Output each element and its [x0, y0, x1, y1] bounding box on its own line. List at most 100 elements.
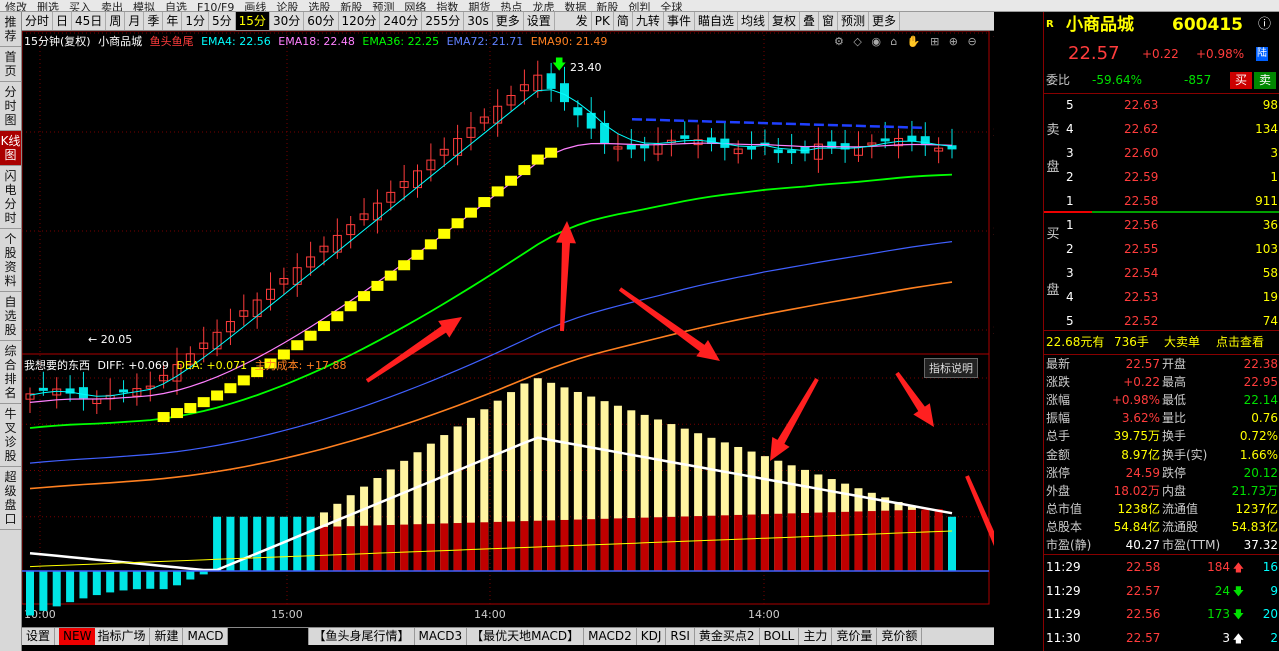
indicator-tab[interactable]: NEW 指标广场	[55, 628, 151, 645]
sidebar-item-7[interactable]: 综合排名	[0, 341, 21, 404]
topmenu-item[interactable]: 模拟	[128, 2, 160, 12]
toolbar-button[interactable]: 发	[573, 12, 592, 30]
book-row[interactable]: 5 22.52 74	[1044, 311, 1279, 332]
period-tab[interactable]: 60分	[304, 12, 339, 30]
book-row[interactable]: 2 22.59 1	[1044, 167, 1279, 188]
period-tab[interactable]: 年	[163, 12, 183, 30]
indicator-tab[interactable]: MACD3	[415, 628, 468, 645]
chart-tool-icons[interactable]: ⚙ ◇ ◉ ⌂ ✋ ⊞ ⊕ ⊖	[834, 35, 980, 49]
sidebar-item-6[interactable]: 自选股	[0, 292, 21, 341]
topmenu-item[interactable]: 创判	[623, 2, 655, 12]
topmenu-item[interactable]: 卖出	[96, 2, 128, 12]
toolbar-button[interactable]: 简	[614, 12, 633, 30]
indicator-tab[interactable]: BOLL	[760, 628, 800, 645]
period-tab[interactable]: 120分	[339, 12, 381, 30]
topmenu-item[interactable]: 期货	[463, 2, 495, 12]
indicator-tab[interactable]: 竞价量	[832, 628, 878, 645]
toolbar-button[interactable]: 叠	[800, 12, 820, 30]
topmenu-item[interactable]: 预测	[367, 2, 399, 12]
toolbar-button[interactable]: 均线	[738, 12, 769, 30]
period-tab[interactable]: 255分	[422, 12, 465, 30]
indicator-tab[interactable]: 竞价额	[877, 628, 923, 645]
topmenu-item[interactable]: 热点	[495, 2, 527, 12]
topmenu-item[interactable]: 新股	[335, 2, 367, 12]
topmenu-item[interactable]: 自选	[160, 2, 192, 12]
stat-label: 涨幅	[1046, 393, 1071, 408]
topmenu-item[interactable]: 删选	[32, 2, 64, 12]
info-icon[interactable]: ⓘ	[1258, 12, 1271, 38]
sidebar-item-5[interactable]: 个股资料	[0, 229, 21, 292]
indicator-tab[interactable]: 我想要的东西	[228, 628, 310, 645]
period-tab[interactable]: 45日	[72, 12, 107, 30]
period-tab[interactable]: 1分	[182, 12, 210, 30]
book-row[interactable]: 5 22.63 98	[1044, 95, 1279, 116]
period-tab[interactable]: 分时	[22, 12, 54, 30]
indicator-tab[interactable]: KDJ	[637, 628, 667, 645]
period-tab[interactable]: 更多	[493, 12, 524, 30]
big-order-row[interactable]: 22.68元有 736手 大卖单 点击查看	[1044, 332, 1279, 353]
buy-button[interactable]: 买	[1230, 72, 1252, 89]
topmenu-item[interactable]: 新股	[591, 2, 623, 12]
book-row[interactable]: 1 22.56 36	[1044, 215, 1279, 236]
toolbar-button[interactable]: 更多	[869, 12, 901, 30]
indicator-tab[interactable]: 黄金买点2	[695, 628, 760, 645]
toolbar-button[interactable]: 事件	[664, 12, 695, 30]
period-tab[interactable]: 15分	[235, 12, 270, 30]
sell-button[interactable]: 卖	[1254, 72, 1276, 89]
big-order-link[interactable]: 点击查看	[1216, 332, 1264, 353]
toolbar-button[interactable]: 复权	[769, 12, 800, 30]
topmenu-item[interactable]: 买入	[64, 2, 96, 12]
period-tab[interactable]: 设置	[524, 12, 555, 30]
book-row[interactable]: 3 22.60 3	[1044, 143, 1279, 164]
toolbar-button[interactable]: PK	[592, 12, 614, 30]
period-tab[interactable]: 周	[106, 12, 126, 30]
book-price: 22.58	[1124, 194, 1159, 208]
sidebar-item-2[interactable]: 分时图	[0, 82, 21, 131]
topmenu-item[interactable]: 论股	[271, 2, 303, 12]
book-row[interactable]: 4 22.62 134	[1044, 119, 1279, 140]
indicator-tab[interactable]: 【最优天地MACD】	[467, 628, 585, 645]
indicator-tab[interactable]: RSI	[666, 628, 695, 645]
toolbar-button[interactable]: 九转	[633, 12, 664, 30]
book-row[interactable]: 2 22.55 103	[1044, 239, 1279, 260]
topmenu-item[interactable]: 数据	[559, 2, 591, 12]
period-tab[interactable]: 240分	[380, 12, 423, 30]
sidebar-item-4[interactable]: 闪电分时	[0, 166, 21, 229]
topmenu-item[interactable]: 选股	[303, 2, 335, 12]
period-tab[interactable]: 季	[144, 12, 164, 30]
fish-block	[197, 397, 210, 408]
indicator-tab[interactable]: MACD	[183, 628, 229, 645]
book-row[interactable]: 4 22.53 19	[1044, 287, 1279, 308]
topmenu-item[interactable]: 全球	[655, 2, 687, 12]
sidebar-item-3[interactable]: K线图	[0, 131, 21, 166]
toolbar-button[interactable]: 窗	[819, 12, 839, 30]
toolbar-button[interactable]: 预测	[838, 12, 870, 30]
topmenu-item[interactable]: F10/F9	[192, 2, 239, 12]
sidebar-item-1[interactable]: 首页	[0, 47, 21, 82]
book-row[interactable]: 3 22.54 58	[1044, 263, 1279, 284]
indicator-tab[interactable]: 【鱼头身尾行情】	[309, 628, 415, 645]
chart-area[interactable]: 23.59 22.66 21.73 20.80 +0.217 +0.165 +0.113 +0…	[22, 31, 994, 627]
book-row[interactable]: 1 22.58 911	[1044, 191, 1279, 212]
period-tab[interactable]: 日	[53, 12, 73, 30]
indicator-tab[interactable]: 主力	[799, 628, 833, 645]
indicator-tab[interactable]: 新建	[150, 628, 184, 645]
indicator-explain-button[interactable]: 指标说明	[924, 358, 978, 378]
stat-value: 1237亿	[1235, 501, 1278, 516]
period-tab[interactable]: 30s	[464, 12, 493, 30]
sidebar-item-9[interactable]: 超级盘口	[0, 467, 21, 530]
topmenu-item[interactable]: 指数	[431, 2, 463, 12]
indicator-tab[interactable]: 设置	[22, 628, 56, 645]
period-tab[interactable]: 30分	[270, 12, 305, 30]
toolbar-button[interactable]: 瞄自选	[695, 12, 738, 30]
period-tab[interactable]: 5分	[209, 12, 236, 30]
sidebar-item-8[interactable]: 牛叉诊股	[0, 404, 21, 467]
period-tab[interactable]: 月	[125, 12, 145, 30]
topmenu-item[interactable]: 画线	[239, 2, 271, 12]
topmenu-item[interactable]: 网络	[399, 2, 431, 12]
topmenu-item[interactable]: 修改	[0, 2, 32, 12]
sidebar-item-0[interactable]: 推荐	[0, 12, 21, 47]
topmenu-item[interactable]: 龙虎	[527, 2, 559, 12]
kline-chart[interactable]: 23.59 22.66 21.73 20.80 +0.217 +0.165 +0.113 +0…	[22, 31, 994, 627]
indicator-tab[interactable]: MACD2	[584, 628, 637, 645]
